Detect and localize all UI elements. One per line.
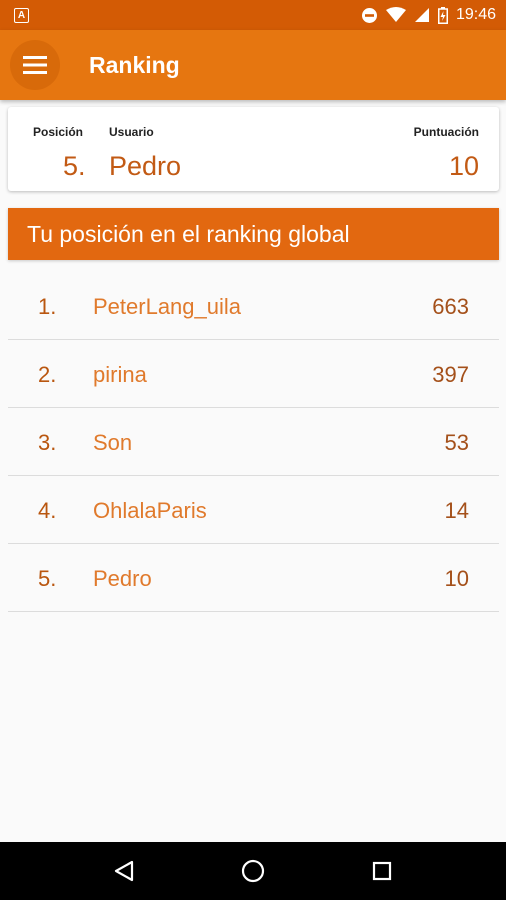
do-not-disturb-icon (361, 7, 377, 23)
cell-signal-icon (414, 8, 429, 22)
row-position: 1. (38, 294, 57, 319)
row-position: 2. (38, 362, 57, 387)
user-header: Usuario (109, 125, 154, 139)
row-user: Pedro (93, 566, 152, 591)
row-score: 53 (444, 430, 469, 455)
ranking-row[interactable]: 3. Son 53 (8, 408, 499, 476)
row-user: PeterLang_uila (93, 294, 242, 319)
hamburger-menu-icon (23, 56, 47, 74)
row-score: 397 (432, 362, 469, 387)
row-position: 4. (38, 498, 57, 523)
user-position: 5. (63, 151, 86, 181)
wifi-icon (385, 7, 406, 22)
row-position: 3. (38, 430, 57, 455)
back-triangle-icon (115, 860, 134, 882)
home-button[interactable] (223, 842, 283, 900)
row-score: 10 (444, 566, 469, 591)
row-user: OhlalaParis (93, 498, 207, 523)
score-header: Puntuación (413, 125, 479, 139)
home-circle-icon (241, 859, 265, 883)
row-user: pirina (93, 362, 147, 387)
row-score: 663 (432, 294, 469, 319)
status-right: 19:46 (361, 6, 496, 24)
status-bar: A 19:46 (0, 0, 506, 30)
page-title: Ranking (89, 51, 180, 78)
recents-square-icon (372, 861, 391, 881)
status-time: 19:46 (455, 6, 496, 23)
app-bar: Ranking (0, 30, 506, 100)
ranking-row[interactable]: 1. PeterLang_uila 663 (8, 272, 499, 340)
user-name: Pedro (109, 151, 182, 181)
back-button[interactable] (94, 842, 154, 900)
navigation-bar (0, 842, 506, 900)
user-summary-card: Posición Usuario Puntuación 5. Pedro 10 (8, 107, 499, 191)
battery-icon (437, 6, 448, 24)
menu-button[interactable] (10, 40, 60, 90)
user-score: 10 (448, 151, 479, 181)
row-position: 5. (38, 566, 57, 591)
ranking-row[interactable]: 5. Pedro 10 (8, 544, 499, 612)
ranking-row[interactable]: 2. pirina 397 (8, 340, 499, 408)
row-score: 14 (444, 498, 469, 523)
position-header: Posición (33, 125, 84, 139)
ranking-row[interactable]: 4. OhlalaParis 14 (8, 476, 499, 544)
ranking-list: 1. PeterLang_uila 663 2. pirina 397 3. S… (8, 272, 499, 612)
ranking-section-header: Tu posición en el ranking global (8, 208, 499, 260)
row-user: Son (93, 430, 133, 455)
notification-icon: A (14, 7, 29, 23)
status-left: A (14, 7, 29, 23)
recents-button[interactable] (352, 842, 412, 900)
